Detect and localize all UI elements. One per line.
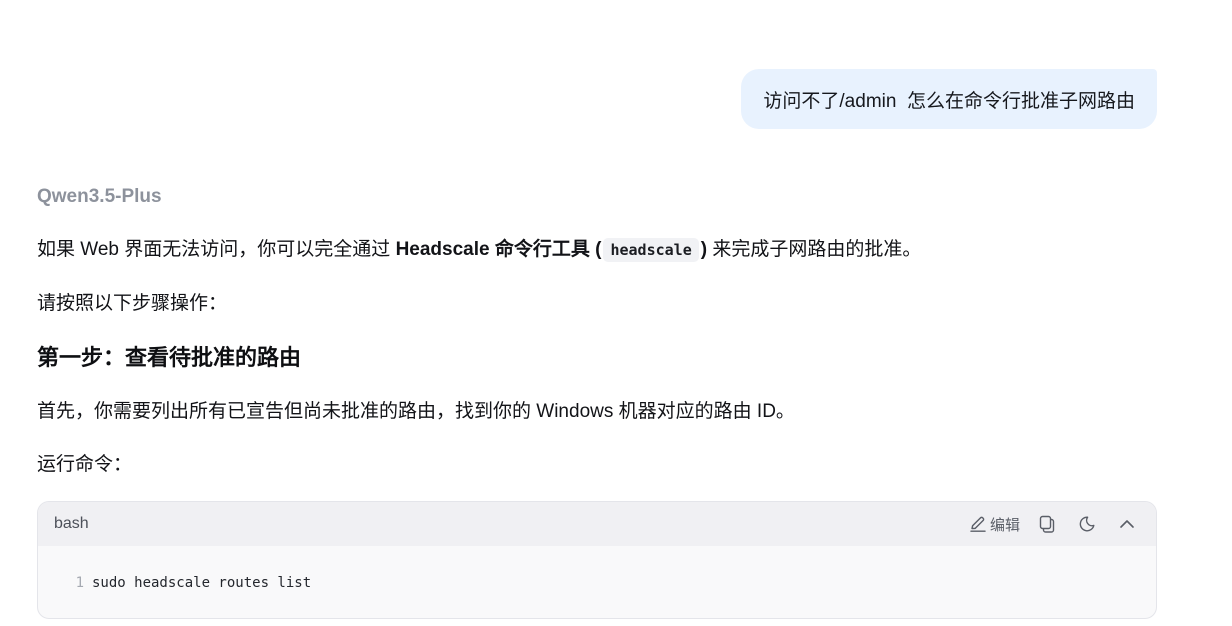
collapse-chevron-up-icon [1118,515,1136,533]
instruction-text: 请按照以下步骤操作： [37,293,228,314]
run-command-label: 运行命令： [37,454,133,475]
theme-moon-icon [1078,515,1096,533]
copy-icon [1038,515,1056,533]
code-language-label: bash [54,515,89,532]
chat-page: 访问不了/admin 怎么在命令行批准子网路由 Qwen3.5-Plus 如果 … [0,0,1232,626]
copy-button[interactable] [1034,511,1060,537]
user-message-bubble: 访问不了/admin 怎么在命令行批准子网路由 [741,69,1157,129]
code-actions: 编辑 [969,511,1140,537]
code-block: bash 编辑 1 sudo headscale routes list [37,501,1157,619]
step1-heading: 第一步：查看待批准的路由 [37,345,302,370]
user-message-text: 访问不了/admin 怎么在命令行批准子网路由 [763,90,1135,112]
inline-code-headscale: headscale [603,238,699,262]
intro-prefix: 如果 Web 界面无法访问，你可以完全通过 [37,239,396,260]
edit-button[interactable]: 编辑 [969,511,1020,537]
code-line: sudo headscale routes list [92,575,312,591]
theme-toggle-button[interactable] [1074,511,1100,537]
collapse-button[interactable] [1114,511,1140,537]
intro-suffix: 来完成子网路由的批准。 [707,239,922,260]
edit-icon [969,515,987,533]
edit-label: 编辑 [989,516,1020,534]
intro-bold: Headscale 命令行工具 ( [395,239,602,260]
step1-description: 首先，你需要列出所有已宣告但尚未批准的路由，找到你的 Windows 机器对应的… [37,401,795,422]
intro-paragraph: 如果 Web 界面无法访问，你可以完全通过 Headscale 命令行工具 (h… [37,236,921,264]
code-body[interactable]: 1 sudo headscale routes list [38,546,1156,593]
line-number: 1 [75,575,84,591]
assistant-message: Qwen3.5-Plus 如果 Web 界面无法访问，你可以完全通过 Heads… [37,184,1157,475]
model-name: Qwen3.5-Plus [37,186,162,207]
code-block-header: bash 编辑 [38,502,1156,546]
